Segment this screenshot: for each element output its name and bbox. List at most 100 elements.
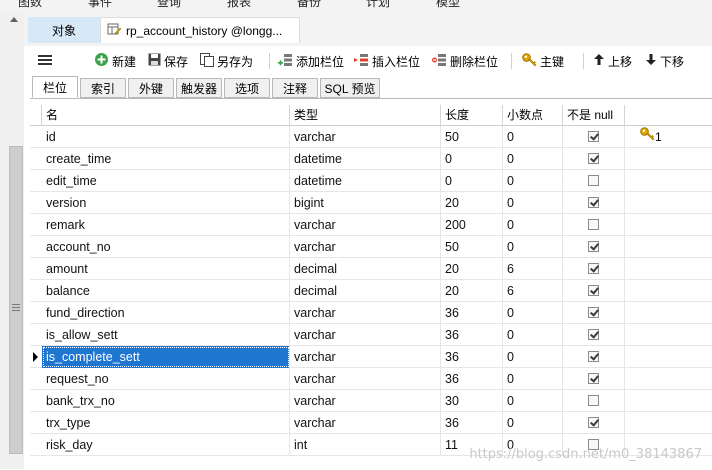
field-length-cell[interactable]: 20	[441, 258, 503, 280]
field-name-cell[interactable]: is_allow_sett	[42, 324, 290, 346]
not-null-checkbox[interactable]	[588, 307, 599, 318]
tab-triggers[interactable]: 触发器	[176, 78, 222, 98]
field-decimals-cell[interactable]: 0	[503, 170, 563, 192]
field-length-cell[interactable]: 30	[441, 390, 503, 412]
field-name-cell[interactable]: is_complete_sett	[42, 346, 290, 368]
field-length-cell[interactable]: 20	[441, 192, 503, 214]
tab-comments[interactable]: 注释	[272, 78, 318, 98]
field-length-cell[interactable]: 0	[441, 170, 503, 192]
menu-item[interactable]: 备份	[297, 0, 321, 10]
field-name-cell[interactable]: trx_type	[42, 412, 290, 434]
scrollbar-thumb[interactable]	[9, 146, 23, 454]
table-row[interactable]: remark varchar 200 0	[30, 214, 712, 236]
field-name-cell[interactable]: balance	[42, 280, 290, 302]
tab-foreign-keys[interactable]: 外键	[128, 78, 174, 98]
add-field-button[interactable]: 添加栏位	[278, 51, 344, 71]
field-length-cell[interactable]: 36	[441, 302, 503, 324]
field-name-cell[interactable]: create_time	[42, 148, 290, 170]
field-type-cell[interactable]: varchar	[290, 214, 441, 236]
field-decimals-cell[interactable]: 6	[503, 280, 563, 302]
field-decimals-cell[interactable]: 0	[503, 192, 563, 214]
field-decimals-cell[interactable]: 0	[503, 324, 563, 346]
field-decimals-cell[interactable]: 0	[503, 214, 563, 236]
field-name-cell[interactable]: risk_day	[42, 434, 290, 456]
header-name[interactable]: 名	[42, 105, 290, 125]
field-name-cell[interactable]: id	[42, 126, 290, 148]
table-row[interactable]: balance decimal 20 6	[30, 280, 712, 302]
not-null-checkbox[interactable]	[588, 131, 599, 142]
move-down-button[interactable]: 下移	[645, 51, 684, 71]
scroll-up-arrow-icon[interactable]	[10, 17, 18, 22]
field-type-cell[interactable]: datetime	[290, 170, 441, 192]
field-type-cell[interactable]: varchar	[290, 302, 441, 324]
field-length-cell[interactable]: 36	[441, 324, 503, 346]
field-type-cell[interactable]: bigint	[290, 192, 441, 214]
field-name-cell[interactable]: fund_direction	[42, 302, 290, 324]
field-type-cell[interactable]: varchar	[290, 236, 441, 258]
not-null-checkbox[interactable]	[588, 395, 599, 406]
field-length-cell[interactable]: 36	[441, 412, 503, 434]
header-decimals[interactable]: 小数点	[503, 105, 563, 125]
field-name-cell[interactable]: account_no	[42, 236, 290, 258]
header-not-null[interactable]: 不是 null	[563, 105, 625, 125]
menu-item[interactable]: 图数	[18, 0, 42, 10]
field-type-cell[interactable]: varchar	[290, 126, 441, 148]
table-row[interactable]: edit_time datetime 0 0	[30, 170, 712, 192]
field-length-cell[interactable]: 20	[441, 280, 503, 302]
not-null-checkbox[interactable]	[588, 175, 599, 186]
field-name-cell[interactable]: remark	[42, 214, 290, 236]
table-row[interactable]: fund_direction varchar 36 0	[30, 302, 712, 324]
tab-indexes[interactable]: 索引	[80, 78, 126, 98]
field-type-cell[interactable]: decimal	[290, 258, 441, 280]
header-type[interactable]: 类型	[290, 105, 441, 125]
table-row[interactable]: id varchar 50 0 1	[30, 126, 712, 148]
field-decimals-cell[interactable]: 0	[503, 390, 563, 412]
field-length-cell[interactable]: 50	[441, 236, 503, 258]
table-row[interactable]: account_no varchar 50 0	[30, 236, 712, 258]
not-null-checkbox[interactable]	[588, 241, 599, 252]
field-length-cell[interactable]: 0	[441, 148, 503, 170]
field-name-cell[interactable]: edit_time	[42, 170, 290, 192]
table-row[interactable]: version bigint 20 0	[30, 192, 712, 214]
field-decimals-cell[interactable]: 0	[503, 368, 563, 390]
field-decimals-cell[interactable]: 0	[503, 346, 563, 368]
not-null-checkbox[interactable]	[588, 219, 599, 230]
menu-toggle-button[interactable]	[38, 51, 52, 71]
menu-item[interactable]: 报表	[227, 0, 251, 10]
delete-field-button[interactable]: 删除栏位	[432, 51, 498, 71]
field-name-cell[interactable]: request_no	[42, 368, 290, 390]
not-null-checkbox[interactable]	[588, 329, 599, 340]
not-null-checkbox[interactable]	[588, 373, 599, 384]
table-row[interactable]: trx_type varchar 36 0	[30, 412, 712, 434]
field-type-cell[interactable]: datetime	[290, 148, 441, 170]
field-decimals-cell[interactable]: 0	[503, 126, 563, 148]
not-null-checkbox[interactable]	[588, 197, 599, 208]
field-type-cell[interactable]: varchar	[290, 368, 441, 390]
new-button[interactable]: 新建	[94, 51, 136, 71]
field-type-cell[interactable]: varchar	[290, 390, 441, 412]
menu-item[interactable]: 计划	[366, 0, 390, 10]
field-length-cell[interactable]: 36	[441, 346, 503, 368]
field-type-cell[interactable]: varchar	[290, 346, 441, 368]
save-as-button[interactable]: 另存为	[200, 51, 253, 71]
table-row[interactable]: is_complete_sett varchar 36 0	[30, 346, 712, 368]
not-null-checkbox[interactable]	[588, 351, 599, 362]
tab-options[interactable]: 选项	[224, 78, 270, 98]
menu-item[interactable]: 模型	[436, 0, 460, 10]
table-row[interactable]: amount decimal 20 6	[30, 258, 712, 280]
table-row[interactable]: is_allow_sett varchar 36 0	[30, 324, 712, 346]
menu-item[interactable]: 查询	[157, 0, 181, 10]
tab-sql-preview[interactable]: SQL 预览	[320, 78, 380, 98]
tab-objects[interactable]: 对象	[28, 17, 100, 43]
field-name-cell[interactable]: version	[42, 192, 290, 214]
field-decimals-cell[interactable]: 0	[503, 148, 563, 170]
tab-table-design[interactable]: rp_account_history @longg...	[100, 17, 300, 43]
field-length-cell[interactable]: 50	[441, 126, 503, 148]
field-length-cell[interactable]: 200	[441, 214, 503, 236]
move-up-button[interactable]: 上移	[593, 51, 632, 71]
not-null-checkbox[interactable]	[588, 285, 599, 296]
save-button[interactable]: 保存	[148, 51, 188, 71]
header-length[interactable]: 长度	[441, 105, 503, 125]
table-row[interactable]: create_time datetime 0 0	[30, 148, 712, 170]
not-null-checkbox[interactable]	[588, 153, 599, 164]
